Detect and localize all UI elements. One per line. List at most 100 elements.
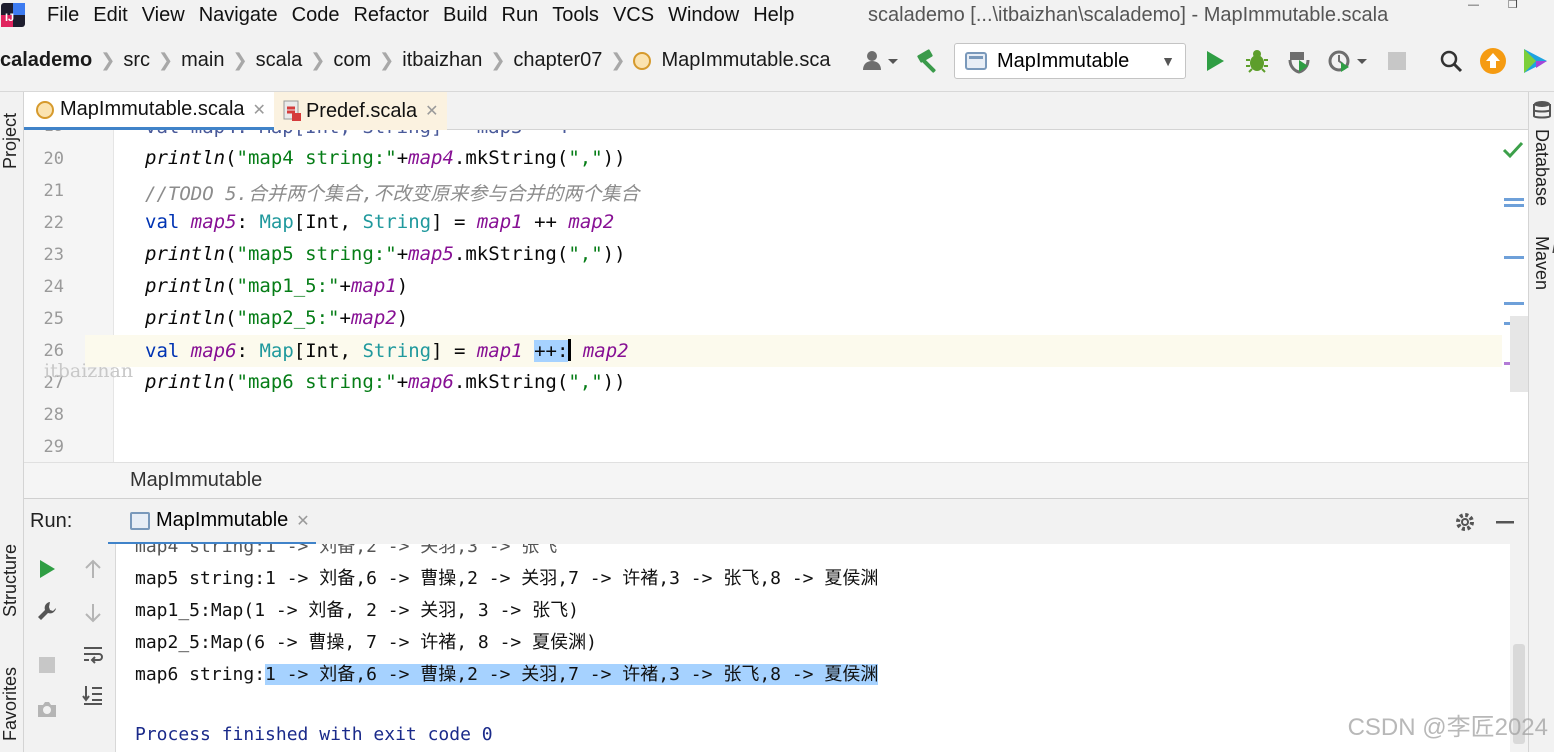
editor-scroll-thumb[interactable] — [1510, 316, 1528, 392]
soft-wrap-icon[interactable] — [80, 642, 106, 668]
menu-navigate[interactable]: Navigate — [192, 0, 285, 30]
minimize-panel-icon[interactable] — [1494, 511, 1516, 533]
database-tool-tab[interactable]: Database — [1531, 100, 1552, 206]
breadcrumb-main[interactable]: main — [177, 49, 228, 72]
menu-run[interactable]: Run — [495, 0, 546, 30]
wrench-icon[interactable] — [34, 598, 60, 624]
favorites-tool-tab[interactable]: Favorites — [0, 656, 24, 752]
favorites-tab-label: Favorites — [0, 666, 20, 742]
menu-build[interactable]: Build — [436, 0, 494, 30]
breadcrumb-src[interactable]: src — [119, 49, 154, 72]
run-tab-mapimmutable[interactable]: MapImmutable ✕ — [108, 499, 316, 545]
console-line: map4 string:1 -> 刘备,2 -> 关羽,3 -> 张飞 — [135, 544, 558, 557]
menu-view[interactable]: View — [135, 0, 192, 30]
build-hammer-icon[interactable] — [914, 46, 944, 76]
arrow-down-icon[interactable] — [80, 600, 106, 626]
project-tool-tab[interactable]: Project — [0, 96, 24, 186]
stripe-mark[interactable] — [1504, 256, 1524, 259]
run-toolbar — [24, 544, 116, 752]
menu-window[interactable]: Window — [661, 0, 746, 30]
navigation-bar: calademo ❯ src ❯ main ❯ scala ❯ com ❯ it… — [0, 30, 1554, 92]
toolbar: MapImmutable ▼ — [852, 30, 1554, 92]
maven-tab-label: Maven — [1532, 236, 1552, 291]
line-number: 23 — [43, 245, 64, 265]
code-line-22: val map5: Map[Int, String] = map1 ++ map… — [145, 211, 615, 233]
run-panel-header: Run: MapImmutable ✕ — [24, 498, 1528, 545]
scala-object-icon — [36, 100, 54, 119]
selected-operator: ++: — [534, 340, 569, 362]
console-line: map2_5:Map(6 -> 曹操, 7 -> 许褚, 8 -> 夏侯渊) — [135, 632, 597, 653]
maven-tool-tab[interactable]: m Maven — [1531, 236, 1554, 290]
code-token: map5 — [190, 211, 237, 233]
tab-mapimmutable[interactable]: MapImmutable.scala ✕ — [24, 92, 274, 130]
window-title: scalademo [...\itbaizhan\scalademo] - Ma… — [868, 4, 1389, 26]
coverage-icon[interactable] — [1284, 46, 1314, 76]
tab-predef[interactable]: Predef.scala ✕ — [273, 92, 447, 130]
menu-vcs[interactable]: VCS — [606, 0, 661, 30]
menu-help[interactable]: Help — [746, 0, 801, 30]
close-icon[interactable]: ✕ — [425, 101, 438, 121]
code-token: map4 — [408, 147, 454, 169]
minimize-icon[interactable]: — — [1468, 0, 1480, 11]
breadcrumb-com[interactable]: com — [329, 49, 375, 72]
gear-icon[interactable] — [1454, 511, 1476, 533]
menu-edit[interactable]: Edit — [86, 0, 134, 30]
profiler-icon[interactable] — [1326, 46, 1370, 76]
structure-tool-tab[interactable]: Structure — [0, 520, 24, 640]
breadcrumb-chapter07[interactable]: chapter07 — [509, 49, 606, 72]
stripe-mark[interactable] — [1504, 198, 1524, 201]
stripe-mark[interactable] — [1504, 204, 1524, 207]
check-icon — [1502, 141, 1524, 159]
close-icon[interactable]: ✕ — [253, 100, 266, 120]
stop-icon[interactable] — [1382, 46, 1412, 76]
database-tab-label: Database — [1532, 129, 1552, 207]
structure-breadcrumb[interactable]: MapImmutable — [130, 469, 262, 492]
stop-icon[interactable] — [34, 652, 60, 678]
code-token: map5 — [408, 243, 454, 265]
user-icon[interactable] — [858, 46, 902, 76]
menu-code[interactable]: Code — [285, 0, 347, 30]
code-editor[interactable]: 19 20 21 22 23 24 25 26 27 28 29 itbaizh… — [24, 130, 1528, 462]
menu-tools[interactable]: Tools — [545, 0, 606, 30]
toolbox-app-icon[interactable] — [1520, 46, 1550, 76]
svg-text:IJ: IJ — [5, 12, 14, 24]
editor-error-stripe[interactable] — [1502, 130, 1528, 462]
code-token: mkString — [465, 371, 557, 393]
scala-file-icon — [283, 100, 301, 121]
breadcrumb-scala[interactable]: scala — [252, 49, 307, 72]
camera-icon[interactable] — [34, 696, 60, 722]
run-config-icon — [965, 52, 987, 70]
breadcrumb: calademo ❯ src ❯ main ❯ scala ❯ com ❯ it… — [0, 30, 834, 91]
console-line-map6: map6 string:1 -> 刘备,6 -> 曹操,2 -> 关羽,7 ->… — [135, 660, 879, 686]
code-line-25: println("map2_5:"+map2) — [145, 307, 409, 329]
arrow-up-icon[interactable] — [80, 556, 106, 582]
code-line-19: val map4: Map[Int, String] = map3 - 4 — [145, 130, 568, 138]
update-arrow-icon[interactable] — [1478, 46, 1508, 76]
breadcrumb-file[interactable]: MapImmutable.sca — [657, 49, 834, 72]
rerun-icon[interactable] — [34, 556, 60, 582]
close-icon[interactable]: ✕ — [296, 511, 309, 531]
code-token: "," — [568, 371, 603, 393]
restore-icon[interactable]: ❐ — [1508, 0, 1520, 11]
stripe-mark[interactable] — [1504, 302, 1524, 305]
code-token: map2 — [582, 340, 629, 362]
run-configuration-select[interactable]: MapImmutable ▼ — [954, 43, 1186, 79]
run-icon[interactable] — [1200, 46, 1230, 76]
debug-bug-icon[interactable] — [1242, 46, 1272, 76]
breadcrumb-project[interactable]: calademo — [0, 49, 96, 72]
code-line-24: println("map1_5:"+map1) — [145, 275, 409, 297]
scroll-to-end-icon[interactable] — [80, 682, 106, 708]
code-token: "map2_5:" — [236, 307, 340, 329]
code-token: map6 — [190, 340, 237, 362]
console-output[interactable]: map4 string:1 -> 刘备,2 -> 关羽,3 -> 张飞 map5… — [116, 544, 1510, 752]
breadcrumb-itbaizhan[interactable]: itbaizhan — [398, 49, 486, 72]
intellij-logo-icon[interactable]: IJ — [0, 2, 26, 28]
run-panel-title: Run: — [30, 510, 73, 532]
search-icon[interactable] — [1436, 46, 1466, 76]
line-number: 28 — [43, 405, 64, 425]
code-token: map2 — [568, 211, 615, 233]
menu-refactor[interactable]: Refactor — [346, 0, 436, 30]
structure-tab-label: Structure — [0, 543, 20, 617]
code-token: println — [145, 275, 226, 297]
menu-file[interactable]: File — [40, 0, 86, 30]
